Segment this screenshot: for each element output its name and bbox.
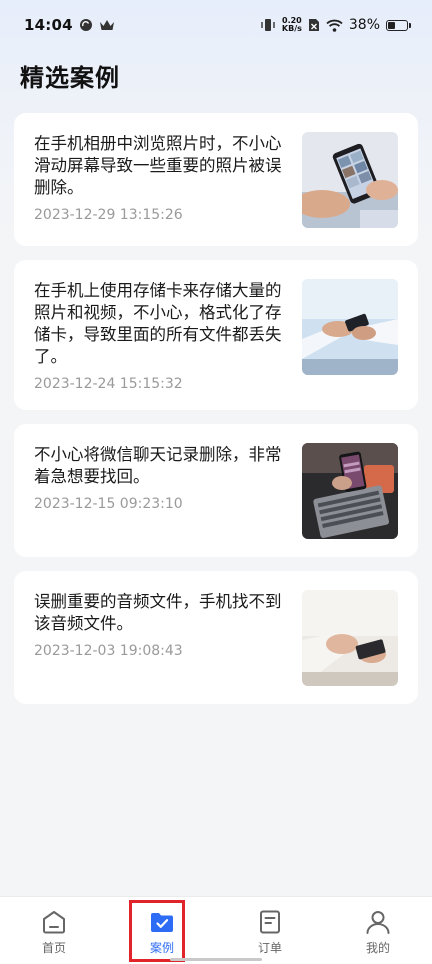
crown-icon <box>99 19 115 31</box>
order-doc-icon <box>260 910 280 934</box>
tab-cases[interactable]: 案例 <box>108 897 216 964</box>
case-card[interactable]: 误删重要的音频文件，手机找不到该音频文件。 2023-12-03 19:08:4… <box>14 571 418 704</box>
home-icon <box>43 911 65 934</box>
vibrate-icon <box>260 18 276 32</box>
case-title: 不小心将微信聊天记录删除，非常着急想要找回。 <box>34 445 282 486</box>
case-date: 2023-12-29 13:15:26 <box>34 207 183 223</box>
bottom-tab-bar: 首页 案例 订单 我的 <box>0 896 432 964</box>
tab-label: 首页 <box>41 941 66 955</box>
tab-label: 订单 <box>257 941 282 955</box>
net-speed-unit: KB/s <box>281 24 302 33</box>
no-sim-icon <box>308 18 320 32</box>
case-list: 在手机相册中浏览照片时，不小心滑动屏幕导致一些重要的照片被误删除。 2023-1… <box>14 113 418 718</box>
battery-icon <box>386 19 411 31</box>
case-title: 误删重要的音频文件，手机找不到该音频文件。 <box>34 592 282 633</box>
case-date: 2023-12-03 19:08:43 <box>34 643 183 659</box>
case-title: 在手机上使用存储卡来存储大量的照片和视频，不小心，格式化了存储卡，导致里面的所有… <box>34 281 282 366</box>
case-card[interactable]: 在手机相册中浏览照片时，不小心滑动屏幕导致一些重要的照片被误删除。 2023-1… <box>14 113 418 246</box>
case-card[interactable]: 不小心将微信聊天记录删除，非常着急想要找回。 2023-12-15 09:23:… <box>14 424 418 557</box>
sync-icon <box>79 18 93 32</box>
laptop-phone-photo <box>302 443 398 539</box>
wifi-icon <box>326 19 343 32</box>
tab-label: 案例 <box>149 941 174 955</box>
network-speed: 0.20 KB/s <box>282 17 302 33</box>
hands-phone-photo <box>302 590 398 686</box>
folder-check-icon <box>151 913 173 932</box>
case-title: 在手机相册中浏览照片时，不小心滑动屏幕导致一些重要的照片被误删除。 <box>34 134 282 197</box>
phone-gallery-photo <box>302 132 398 228</box>
case-date: 2023-12-24 15:15:32 <box>34 376 183 392</box>
case-date: 2023-12-15 09:23:10 <box>34 496 183 512</box>
status-time: 14:04 <box>24 16 73 34</box>
battery-percent: 38% <box>348 17 380 33</box>
status-bar: 14:04 0.20 KB/s 38% <box>0 0 432 50</box>
tab-home[interactable]: 首页 <box>0 897 108 964</box>
tab-label: 我的 <box>365 941 390 955</box>
page-title: 精选案例 <box>20 64 120 92</box>
user-icon <box>366 911 390 934</box>
handshake-phone-photo <box>302 279 398 375</box>
tab-mine[interactable]: 我的 <box>324 897 432 964</box>
tab-orders[interactable]: 订单 <box>216 897 324 964</box>
case-card[interactable]: 在手机上使用存储卡来存储大量的照片和视频，不小心，格式化了存储卡，导致里面的所有… <box>14 260 418 410</box>
home-indicator <box>170 958 262 961</box>
